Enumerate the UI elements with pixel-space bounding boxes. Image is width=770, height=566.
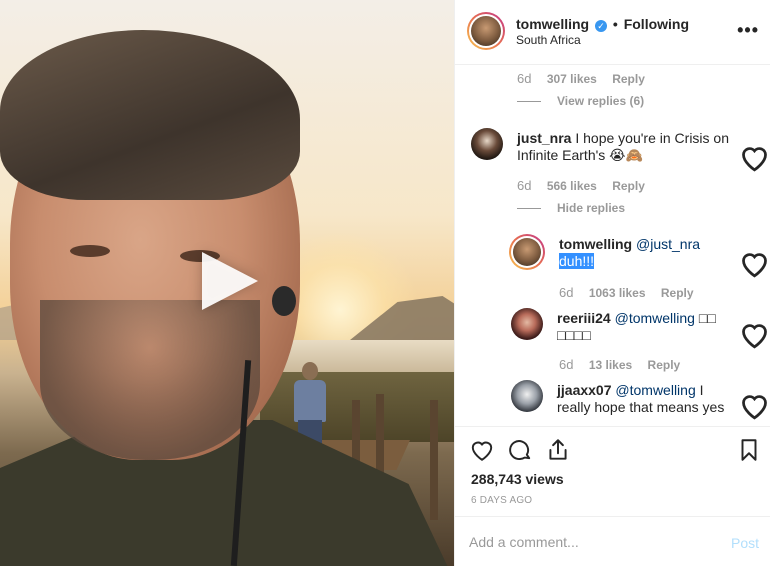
view-replies-button[interactable]: View replies (6) — [517, 94, 644, 108]
eye-left — [70, 245, 110, 257]
separator-dot: • — [612, 16, 618, 32]
comment-body-line2: Infinite Earth's 😭🙈 — [517, 147, 643, 163]
like-heart-icon[interactable] — [469, 437, 495, 463]
beard — [40, 300, 260, 460]
comment-body: □□ — [698, 310, 716, 326]
post-timestamp[interactable]: 6 DAYS AGO — [471, 495, 532, 506]
hide-replies-label: Hide replies — [557, 201, 626, 215]
avatar[interactable] — [511, 380, 543, 412]
share-icon[interactable] — [545, 437, 571, 463]
comment-meta: 6d 307 likes Reply — [517, 71, 657, 86]
instagram-post: tomwelling ✓ • Following South Africa ••… — [0, 0, 770, 566]
location-link[interactable]: South Africa — [516, 33, 581, 47]
hide-replies-button[interactable]: Hide replies — [517, 201, 625, 215]
comment-username[interactable]: reeriii24 — [557, 310, 611, 326]
avatar[interactable] — [511, 308, 543, 340]
comment-mention[interactable]: @tomwelling — [615, 382, 695, 398]
comment-likes[interactable]: 13 likes — [589, 358, 632, 372]
username-link[interactable]: tomwelling — [516, 16, 589, 32]
comment-username[interactable]: tomwelling — [559, 236, 632, 252]
reply-button[interactable]: Reply — [612, 179, 645, 193]
comment-body: I hope you're in Crisis on — [575, 130, 729, 146]
comment-mention[interactable]: @tomwelling — [615, 310, 695, 326]
post-actions: 288,743 views 6 DAYS AGO — [455, 426, 770, 516]
verified-badge-icon: ✓ — [595, 20, 608, 32]
comment-body-line2: □□□□ — [557, 327, 591, 343]
view-count[interactable]: 288,743 views — [471, 471, 564, 487]
hair — [0, 30, 300, 200]
following-button[interactable]: Following — [624, 16, 689, 32]
comment-likes[interactable]: 566 likes — [547, 179, 597, 193]
divider-line — [517, 101, 541, 103]
heart-icon[interactable] — [738, 247, 770, 280]
comment-reply: reeriii24 @tomwelling □□ □□□□ — [511, 308, 770, 358]
avatar[interactable] — [509, 234, 545, 270]
comment-age: 6d — [517, 71, 532, 86]
comment-username[interactable]: jjaaxx07 — [557, 382, 612, 398]
comment-text: just_nra I hope you're in Crisis on Infi… — [517, 130, 732, 164]
heart-icon[interactable] — [738, 141, 770, 174]
more-horizontal-icon[interactable]: ••• — [737, 20, 759, 41]
comment-bubble-icon[interactable] — [507, 437, 533, 463]
comment-username[interactable]: just_nra — [517, 130, 571, 146]
comment-body-selected: duh!!! — [559, 253, 595, 269]
earbud — [272, 286, 296, 316]
comment-reply: jjaaxx07 @tomwelling I really hope that … — [511, 380, 770, 426]
heart-icon[interactable] — [738, 318, 770, 351]
view-replies-label: View replies (6) — [557, 94, 645, 108]
comment-input[interactable] — [469, 529, 709, 555]
reply-button[interactable]: Reply — [612, 72, 645, 86]
avatar[interactable] — [471, 128, 503, 160]
post-header: tomwelling ✓ • Following South Africa ••… — [455, 0, 770, 65]
comment-likes[interactable]: 307 likes — [547, 72, 597, 86]
header-user-line: tomwelling ✓ • Following — [516, 16, 689, 32]
comment-age: 6d — [559, 285, 574, 300]
comment-body: I — [699, 382, 704, 398]
comment-age: 6d — [517, 178, 532, 193]
comment-age: 6d — [559, 357, 574, 372]
avatar[interactable] — [467, 12, 505, 50]
comment-text: reeriii24 @tomwelling □□ □□□□ — [557, 310, 727, 344]
comment-text: jjaaxx07 @tomwelling I really hope that … — [557, 382, 732, 416]
dock-pole — [430, 400, 438, 520]
comment-likes[interactable]: 1063 likes — [589, 286, 646, 300]
comment-meta: 6d 1063 likes Reply — [559, 285, 706, 300]
bookmark-icon[interactable] — [736, 437, 762, 463]
comment-meta: 6d 566 likes Reply — [517, 178, 657, 193]
comment-body-line2: really hope that means yes — [557, 399, 725, 415]
comments-list[interactable]: 6d 307 likes Reply View replies (6) just… — [455, 66, 770, 426]
comment-mention[interactable]: @just_nra — [636, 236, 700, 252]
reply-button[interactable]: Reply — [648, 358, 681, 372]
add-comment-bar: Post — [455, 516, 770, 566]
heart-icon[interactable] — [738, 389, 770, 422]
dock-pole — [376, 394, 384, 474]
comment-text: tomwelling @just_nra duh!!! — [559, 236, 739, 270]
comment-meta: 6d 13 likes Reply — [559, 357, 692, 372]
divider-line — [517, 208, 541, 210]
play-icon[interactable] — [198, 250, 260, 312]
post-sidebar: tomwelling ✓ • Following South Africa ••… — [454, 0, 770, 566]
reply-button[interactable]: Reply — [661, 286, 694, 300]
post-video[interactable] — [0, 0, 454, 566]
post-button[interactable]: Post — [731, 535, 759, 551]
